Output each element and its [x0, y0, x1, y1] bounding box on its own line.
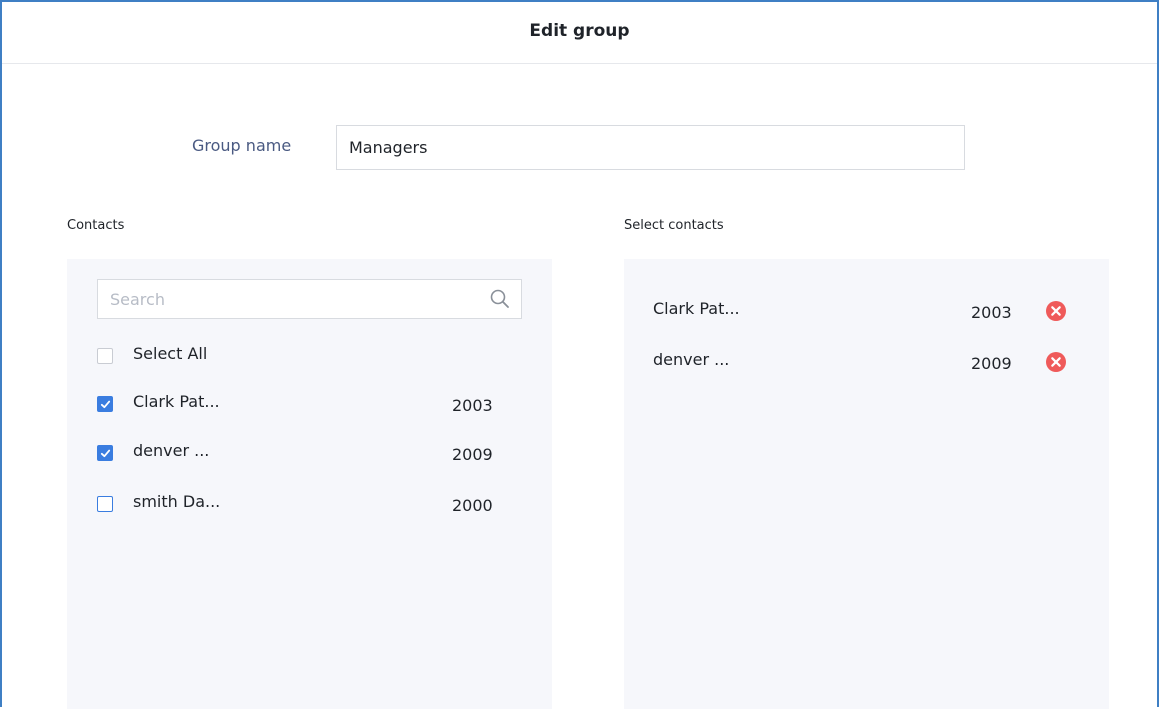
contact-id: 2009 — [452, 445, 493, 464]
contact-id: 2003 — [452, 396, 493, 415]
edit-group-dialog: Edit group Group name Contacts Select Al… — [0, 0, 1159, 709]
contact-checkbox[interactable] — [97, 445, 113, 461]
contact-id: 2000 — [452, 496, 493, 515]
contacts-section-label: Contacts — [67, 218, 125, 233]
group-name-label: Group name — [192, 136, 292, 155]
selected-contact-row: Clark Pat... 2003 — [653, 299, 1083, 323]
remove-contact-icon[interactable] — [1045, 351, 1067, 373]
select-all-checkbox[interactable] — [97, 348, 113, 364]
dialog-header: Edit group — [2, 2, 1157, 64]
search-input[interactable] — [98, 280, 502, 318]
selected-contacts-panel: Clark Pat... 2003 denver ... 2009 — [624, 259, 1109, 709]
select-all-row[interactable]: Select All — [97, 344, 507, 368]
select-all-label: Select All — [133, 344, 208, 363]
checkmark-icon — [100, 400, 111, 409]
remove-contact-icon[interactable] — [1045, 300, 1067, 322]
checkmark-icon — [100, 449, 111, 458]
selected-contact-row: denver ... 2009 — [653, 350, 1083, 374]
contact-row[interactable]: smith Da... 2000 — [97, 492, 507, 516]
search-box[interactable] — [97, 279, 522, 319]
search-icon[interactable] — [489, 288, 511, 310]
contact-checkbox[interactable] — [97, 496, 113, 512]
group-name-input[interactable] — [336, 125, 965, 170]
selected-contact-id: 2003 — [971, 303, 1012, 322]
selected-contact-name: denver ... — [653, 350, 730, 369]
contact-row[interactable]: denver ... 2009 — [97, 441, 507, 465]
contact-name: denver ... — [133, 441, 210, 460]
contacts-panel: Select All Clark Pat... 2003 denver ... … — [67, 259, 552, 709]
selected-contacts-section-label: Select contacts — [624, 218, 724, 233]
selected-contact-id: 2009 — [971, 354, 1012, 373]
contact-name: Clark Pat... — [133, 392, 220, 411]
contact-row[interactable]: Clark Pat... 2003 — [97, 392, 507, 416]
contact-name: smith Da... — [133, 492, 221, 511]
selected-contact-name: Clark Pat... — [653, 299, 740, 318]
contact-checkbox[interactable] — [97, 396, 113, 412]
dialog-title: Edit group — [529, 20, 630, 41]
